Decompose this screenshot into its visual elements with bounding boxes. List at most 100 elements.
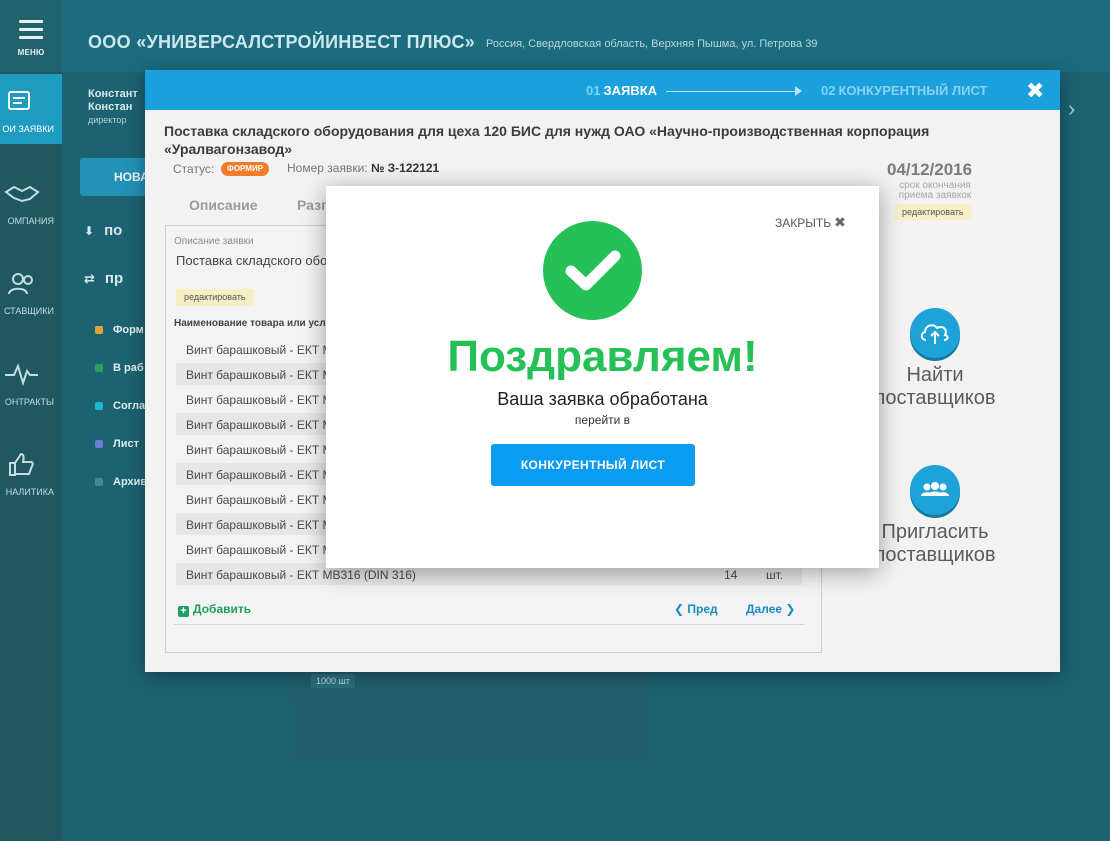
- invite-suppliers-label: Пригласить поставщиков: [874, 521, 996, 566]
- status-dot: [95, 478, 103, 487]
- quantity-badge: 1000 шт: [311, 674, 355, 688]
- sidebar-item-label: СТАВЩИКИ: [3, 306, 54, 316]
- items-column-header: Наименование товара или усл: [174, 318, 326, 329]
- congrats-title: Поздравляем!: [447, 332, 758, 381]
- list-item-download[interactable]: ⬇ по: [84, 222, 122, 239]
- request-number-value: № З-122121: [370, 161, 440, 175]
- status-filter-archive[interactable]: Архив: [95, 476, 147, 488]
- status-dot: [95, 440, 103, 449]
- sidebar-item-suppliers[interactable]: СТАВЩИКИ: [0, 256, 62, 326]
- status-label: В раб: [113, 362, 144, 374]
- status-filter-agreement[interactable]: Согла: [95, 400, 145, 412]
- chevron-left-icon: ❮: [674, 602, 685, 616]
- deadline-date: 04/12/2016: [887, 160, 973, 179]
- prev-label: Пред: [687, 602, 718, 616]
- hamburger-icon: [19, 20, 43, 44]
- request-title: Поставка складского оборудования для цех…: [164, 123, 930, 157]
- status-badge: ФОРМИР: [221, 162, 270, 176]
- status-label: Архив: [113, 476, 148, 488]
- step-label: КОНКУРЕНТНЫЙ ЛИСТ: [838, 83, 988, 98]
- find-suppliers-label: Найти поставщиков: [874, 364, 996, 409]
- plus-icon: +: [178, 606, 189, 617]
- find-suppliers-button[interactable]: Найти поставщиков: [865, 308, 1005, 410]
- arrow-right-icon: [795, 86, 802, 96]
- status-filter-in-work[interactable]: В раб: [95, 362, 144, 374]
- applications-icon: [8, 91, 30, 110]
- item-name: Винт барашковый - ЕКТ M: [186, 418, 333, 432]
- item-name: Винт барашковый - ЕКТ M: [186, 343, 333, 357]
- edit-deadline-button[interactable]: редактировать: [894, 204, 972, 220]
- chevron-right-icon[interactable]: ›: [1068, 96, 1075, 122]
- status-dot: [95, 402, 103, 411]
- close-icon: ✖: [834, 214, 846, 230]
- company-name: ООО «УНИВЕРСАЛСТРОЙИНВЕСТ ПЛЮС»: [88, 32, 476, 52]
- close-icon[interactable]: ✖: [1026, 78, 1044, 104]
- sidebar-item-contracts[interactable]: ОНТРАКТЫ: [0, 347, 62, 417]
- next-page-button[interactable]: Далее ❯: [746, 602, 795, 616]
- checkmark-icon: [543, 221, 642, 320]
- request-number-label: Номер заявки:: [287, 161, 368, 175]
- company-address: Россия, Свердловская область, Верхняя Пы…: [486, 38, 818, 50]
- item-name: Винт барашковый - ЕКТ M: [186, 443, 333, 457]
- user-name-line1: Констант: [88, 88, 138, 100]
- step-label: ЗАЯВКА: [603, 83, 658, 98]
- transfer-icon: ⇄: [84, 271, 95, 286]
- go-to-text: перейти в: [574, 413, 631, 427]
- sidebar-item-company[interactable]: ОМПАНИЯ: [0, 166, 62, 236]
- item-name: Винт барашковый - ЕКТ M: [186, 493, 333, 507]
- sidebar-item-label: ОНТРАКТЫ: [4, 397, 54, 407]
- step-number: 02: [821, 83, 836, 98]
- wizard-step-competitive-list[interactable]: 02 КОНКУРЕНТНЫЙ ЛИСТ: [821, 83, 987, 98]
- menu-button[interactable]: МЕНЮ: [0, 0, 62, 72]
- competitive-list-button[interactable]: КОНКУРЕНТНЫЙ ЛИСТ: [491, 444, 695, 486]
- item-qty: 14: [724, 568, 738, 582]
- status-filter-list[interactable]: Лист: [95, 438, 139, 450]
- request-number: Номер заявки: № З-122121: [287, 161, 439, 175]
- next-label: Далее: [746, 602, 783, 616]
- item-name: Винт барашковый - ЕКТ M: [186, 393, 333, 407]
- invite-suppliers-button[interactable]: Пригласить поставщиков: [865, 465, 1005, 567]
- close-label: ЗАКРЫТЬ: [775, 216, 832, 230]
- item-name: Винт барашковый - ЕКТ M: [186, 543, 333, 557]
- new-request-button[interactable]: НОВА: [80, 158, 150, 196]
- tab-second[interactable]: Разг: [297, 197, 327, 213]
- add-label: Добавить: [193, 602, 252, 616]
- status-label: Лист: [113, 438, 139, 450]
- group-icon: [910, 465, 960, 515]
- item-name: Винт барашковый - ЕКТ МВ316 (DIN 316): [186, 568, 416, 582]
- chevron-right-icon: ❯: [785, 602, 796, 616]
- handshake-icon: [4, 185, 40, 203]
- sidebar-item-label: НАЛИТИКА: [5, 487, 54, 497]
- status-filter-formed[interactable]: Форм: [95, 324, 144, 336]
- list-item-transfer[interactable]: ⇄ пр: [84, 270, 123, 287]
- close-button[interactable]: ЗАКРЫТЬ ✖: [775, 214, 846, 231]
- user-role: директор: [88, 115, 127, 125]
- success-modal: ЗАКРЫТЬ ✖ Поздравляем! Ваша заявка обрабо…: [326, 186, 879, 568]
- tab-description[interactable]: Описание: [189, 197, 258, 213]
- list-item-label: пр: [104, 270, 124, 287]
- description-caption: Описание заявки: [174, 236, 254, 247]
- item-name: Винт барашковый - ЕКТ M: [186, 518, 333, 532]
- sidebar: МЕНЮ ОИ ЗАЯВКИ ОМПАНИЯ СТАВЩИКИ ОНТРАКТЫ…: [0, 0, 62, 841]
- divider: [174, 624, 804, 625]
- prev-page-button[interactable]: ❮ Пред: [674, 602, 718, 616]
- download-icon: ⬇: [84, 224, 95, 238]
- step-number: 01: [586, 83, 601, 98]
- add-item-button[interactable]: + Добавить: [178, 602, 251, 617]
- edit-description-button[interactable]: редактировать: [176, 289, 254, 306]
- step-connector: [666, 91, 796, 92]
- cloud-upload-icon: [910, 308, 960, 358]
- sidebar-item-my-requests[interactable]: ОИ ЗАЯВКИ: [0, 74, 62, 144]
- item-name: Винт барашковый - ЕКТ M: [186, 468, 333, 482]
- status-dot: [95, 326, 103, 335]
- sidebar-item-analytics[interactable]: НАЛИТИКА: [0, 437, 62, 507]
- thumbs-up-icon: [9, 452, 34, 476]
- user-name-line2: Констан: [88, 101, 133, 113]
- status-label: Согла: [113, 400, 146, 412]
- users-icon: [8, 273, 33, 295]
- item-name: Винт барашковый - ЕКТ M: [186, 368, 333, 382]
- deadline-caption: срок окончания приема заявкок: [898, 180, 972, 201]
- list-item-label: по: [104, 222, 123, 239]
- status-dot: [95, 364, 103, 373]
- wizard-step-request[interactable]: 01 ЗАЯВКА: [586, 83, 657, 98]
